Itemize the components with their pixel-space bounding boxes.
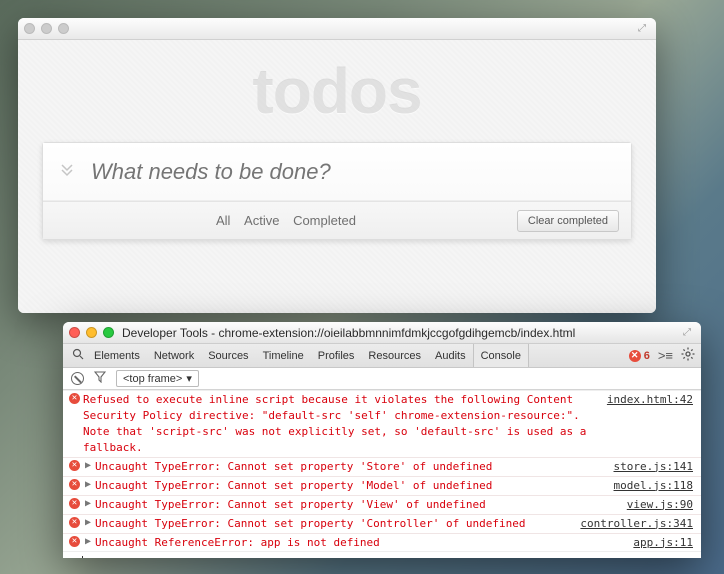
console-error-row[interactable]: ✕▶Uncaught TypeError: Cannot set propert…: [63, 457, 701, 476]
filter-completed[interactable]: Completed: [293, 213, 356, 228]
tab-sources[interactable]: Sources: [201, 344, 255, 367]
error-message: Uncaught TypeError: Cannot set property …: [95, 497, 627, 513]
console-toolbar: <top frame> ▾: [63, 368, 701, 390]
error-message: Uncaught ReferenceError: app is not defi…: [95, 535, 633, 551]
todo-titlebar[interactable]: ⤢: [18, 18, 656, 40]
console-error-row[interactable]: ✕▶Uncaught TypeError: Cannot set propert…: [63, 495, 701, 514]
clear-console-icon[interactable]: [71, 372, 84, 385]
error-message: Uncaught TypeError: Cannot set property …: [95, 516, 580, 532]
error-count-value: 6: [644, 350, 650, 362]
expand-arrow-icon[interactable]: ▶: [83, 516, 95, 531]
error-location-link[interactable]: model.js:118: [614, 478, 693, 494]
drawer-toggle-icon[interactable]: >≡: [658, 348, 673, 363]
new-todo-input[interactable]: [91, 159, 631, 185]
todo-app-window: ⤢ todos All Active Completed Clear compl…: [18, 18, 656, 313]
text-cursor: [82, 556, 83, 558]
error-message: Refused to execute inline script because…: [83, 392, 607, 456]
console-prompt[interactable]: ›: [63, 551, 701, 558]
expand-arrow-icon[interactable]: ▶: [83, 535, 95, 550]
error-icon: ✕: [69, 392, 83, 404]
console-error-row[interactable]: ✕▶Uncaught ReferenceError: app is not de…: [63, 533, 701, 552]
tab-profiles[interactable]: Profiles: [311, 344, 362, 367]
zoom-icon[interactable]: [103, 327, 114, 338]
frame-selector[interactable]: <top frame> ▾: [116, 370, 199, 387]
console-error-row[interactable]: ✕▶Uncaught TypeError: Cannot set propert…: [63, 514, 701, 533]
todo-footer: All Active Completed Clear completed: [43, 201, 631, 239]
error-icon: ✕: [69, 516, 83, 528]
fullscreen-icon[interactable]: ⤢: [638, 23, 650, 34]
minimize-icon[interactable]: [41, 23, 52, 34]
error-location-link[interactable]: index.html:42: [607, 392, 693, 408]
devtools-titlebar[interactable]: Developer Tools - chrome-extension://oie…: [63, 322, 701, 344]
chevron-right-icon: ›: [69, 554, 82, 558]
close-icon[interactable]: [69, 327, 80, 338]
console-output[interactable]: ✕Refused to execute inline script becaus…: [63, 390, 701, 558]
expand-arrow-icon[interactable]: ▶: [83, 459, 95, 474]
error-icon: ✕: [69, 478, 83, 490]
toggle-all-icon[interactable]: [43, 160, 91, 183]
devtools-window: Developer Tools - chrome-extension://oie…: [63, 322, 701, 558]
error-icon: ✕: [629, 350, 641, 362]
tab-elements[interactable]: Elements: [87, 344, 147, 367]
tab-console[interactable]: Console: [473, 344, 529, 367]
todo-body: todos All Active Completed Clear complet…: [18, 40, 656, 313]
error-icon: ✕: [69, 459, 83, 471]
devtools-tabbar: Elements Network Sources Timeline Profil…: [63, 344, 701, 368]
error-location-link[interactable]: controller.js:341: [580, 516, 693, 532]
console-error-row[interactable]: ✕Refused to execute inline script becaus…: [63, 390, 701, 457]
todo-card: All Active Completed Clear completed: [42, 142, 632, 240]
error-count-badge[interactable]: ✕ 6: [629, 350, 650, 362]
chevron-down-icon: ▾: [186, 372, 192, 385]
error-icon: ✕: [69, 497, 83, 509]
expand-arrow-icon[interactable]: ▶: [83, 497, 95, 512]
error-icon: ✕: [69, 535, 83, 547]
search-icon[interactable]: [69, 348, 87, 363]
window-title: Developer Tools - chrome-extension://oie…: [122, 326, 679, 340]
fullscreen-icon[interactable]: ⤢: [679, 327, 695, 338]
filter-all[interactable]: All: [216, 213, 230, 228]
minimize-icon[interactable]: [86, 327, 97, 338]
error-location-link[interactable]: view.js:90: [627, 497, 693, 513]
console-error-row[interactable]: ✕▶Uncaught TypeError: Cannot set propert…: [63, 476, 701, 495]
tab-audits[interactable]: Audits: [428, 344, 473, 367]
error-message: Uncaught TypeError: Cannot set property …: [95, 478, 613, 494]
traffic-lights: [24, 23, 69, 34]
zoom-icon[interactable]: [58, 23, 69, 34]
tab-resources[interactable]: Resources: [361, 344, 428, 367]
filter-icon[interactable]: [94, 371, 106, 386]
tab-network[interactable]: Network: [147, 344, 201, 367]
error-location-link[interactable]: app.js:11: [633, 535, 693, 551]
clear-completed-button[interactable]: Clear completed: [517, 210, 619, 232]
error-message: Uncaught TypeError: Cannot set property …: [95, 459, 613, 475]
traffic-lights: [69, 327, 114, 338]
app-title: todos: [42, 50, 632, 142]
error-location-link[interactable]: store.js:141: [614, 459, 693, 475]
frame-selector-label: <top frame>: [123, 373, 182, 385]
expand-arrow-icon[interactable]: ▶: [83, 478, 95, 493]
gear-icon[interactable]: [681, 347, 695, 364]
tab-timeline[interactable]: Timeline: [256, 344, 311, 367]
filter-active[interactable]: Active: [244, 213, 279, 228]
close-icon[interactable]: [24, 23, 35, 34]
filter-group: All Active Completed: [55, 213, 517, 228]
new-todo-row: [43, 143, 631, 201]
